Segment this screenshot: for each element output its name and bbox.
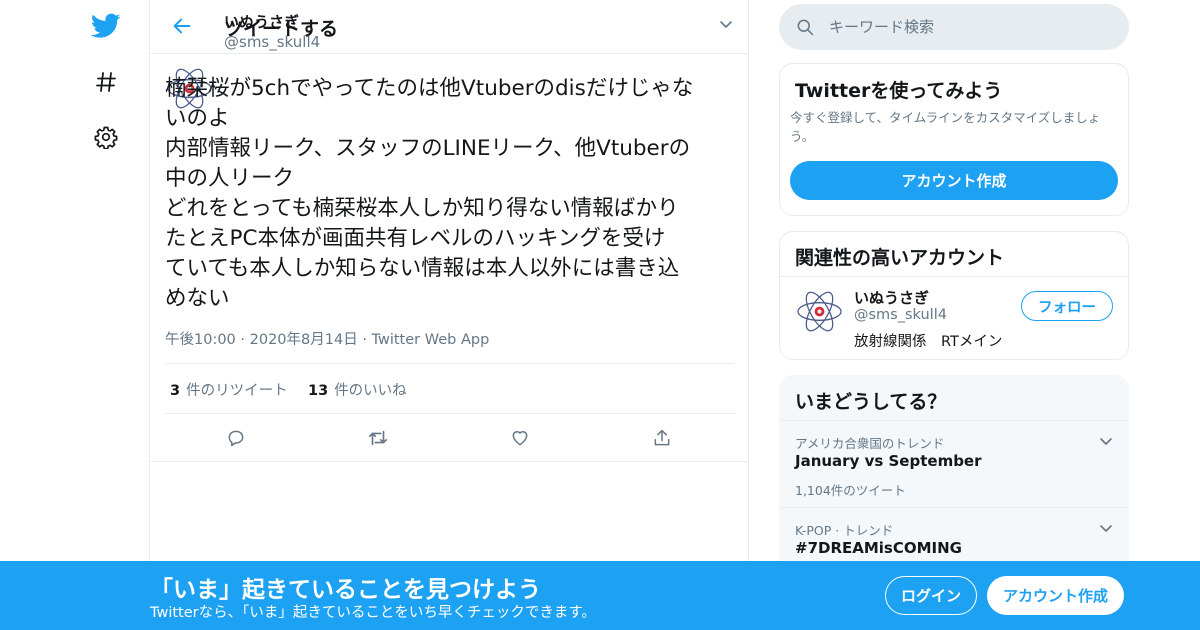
trend-name: #7DREAMisCOMING: [795, 539, 962, 557]
follow-button[interactable]: フォロー: [1021, 291, 1113, 321]
bottom-create-account-button[interactable]: アカウント作成: [987, 576, 1124, 615]
chevron-down-icon[interactable]: [718, 16, 734, 32]
tweet-actions: [150, 414, 749, 462]
heart-icon: [512, 431, 528, 446]
retweets-stat[interactable]: 3 件のリツイート: [170, 379, 288, 400]
related-card-title: 関連性の高いアカウント: [795, 247, 1005, 269]
related-account-handle[interactable]: @sms_skull4: [854, 307, 947, 323]
divider: [780, 276, 1128, 277]
bottom-bar-subtitle: Twitterなら、「いま」起きていることをいち早くチェックできます。: [150, 605, 596, 621]
retweet-icon: [368, 430, 388, 446]
create-account-button[interactable]: アカウント作成: [790, 161, 1118, 200]
tweet-meta: 午後10:00 · 2020年8月14日 · Twitter Web App: [165, 328, 489, 349]
author-name[interactable]: いぬうさぎ: [224, 11, 299, 32]
likes-stat[interactable]: 13 件のいいね: [308, 379, 407, 400]
chevron-down-icon[interactable]: [1098, 520, 1114, 536]
meta-separator: ·: [362, 332, 367, 348]
hashtag-icon[interactable]: [88, 64, 124, 100]
left-nav: [80, 0, 150, 630]
search-input[interactable]: [829, 4, 1119, 50]
reply-icon: [228, 430, 244, 447]
signup-description: 今すぐ登録して、タイムラインをカスタマイズしましょう。: [790, 110, 1101, 144]
tweet-text-line: どれをとっても楠栞桜本人しか知り得ない情報ばかり: [165, 196, 679, 221]
arrow-left-icon: [173, 18, 191, 34]
reply-button[interactable]: [224, 426, 248, 450]
related-account-name[interactable]: いぬうさぎ: [854, 287, 929, 308]
signup-card-title: Twitterを使ってみよう: [795, 80, 1003, 102]
tweet-text-line: 楠栞桜が5chでやってたのは他Vtuberのdisだけじゃな: [165, 76, 694, 101]
tweet-source[interactable]: Twitter Web App: [372, 332, 490, 348]
bottom-signup-bar: 「いま」起きていることを見つけよう Twitterなら、「いま」起きていることを…: [0, 561, 1200, 630]
bottom-bar-title: 「いま」起きていることを見つけよう: [150, 577, 541, 603]
back-button[interactable]: [168, 12, 196, 40]
meta-separator: ·: [240, 332, 246, 348]
tweet-text-line: いのよ: [165, 106, 230, 131]
trend-item[interactable]: アメリカ合衆国のトレンド January vs September 1,104件…: [780, 421, 1128, 508]
retweets-count: 3: [170, 383, 181, 399]
gear-icon[interactable]: [88, 119, 124, 155]
search-icon: [797, 19, 814, 36]
tweet-date[interactable]: 2020年8月14日: [250, 332, 358, 348]
author-handle[interactable]: @sms_skull4: [224, 33, 320, 51]
twitter-logo-icon[interactable]: [88, 8, 124, 44]
login-button[interactable]: ログイン: [885, 576, 977, 615]
like-button[interactable]: [508, 426, 532, 450]
retweet-button[interactable]: [366, 426, 390, 450]
avatar[interactable]: [795, 287, 844, 336]
tweet-text-line: めない: [165, 286, 230, 311]
share-icon: [654, 429, 670, 446]
tweet-text-line: ていても本人しか知らない情報は本人以外には書き込: [165, 256, 680, 281]
tweet-stats: 3 件のリツイート 13 件のいいね: [165, 363, 734, 414]
likes-count: 13: [308, 383, 329, 399]
tweet-text-line: 中の人リーク: [165, 166, 295, 191]
tweet-time[interactable]: 午後10:00: [165, 332, 236, 348]
signup-card: Twitterを使ってみよう 今すぐ登録して、タイムラインをカスタマイズしましょ…: [779, 63, 1129, 216]
related-accounts-card: 関連性の高いアカウント いぬうさぎ @sms_skull4 放射線関係 RTメイ…: [779, 231, 1129, 360]
related-account-bio: 放射線関係 RTメイン: [854, 334, 1003, 350]
retweets-label: 件のリツイート: [186, 383, 288, 399]
atom-avatar-icon: [795, 287, 844, 336]
trends-card-title: いまどうしてる？: [795, 391, 947, 413]
tweet-text-line: たとえPC本体が画面共有レベルのハッキングを受け: [165, 226, 666, 251]
trend-name: January vs September: [795, 452, 982, 470]
trend-context: K-POP · トレンド: [795, 523, 894, 538]
likes-label: 件のいいね: [334, 383, 407, 399]
trend-context: アメリカ合衆国のトレンド: [795, 436, 945, 451]
main-column: ツイートする いぬうさぎ @sms_skull4 楠栞桜が5chでやってたのは他…: [149, 0, 749, 630]
trend-count: 1,104件のツイート: [795, 483, 906, 498]
tweet-text: 楠栞桜が5chでやってたのは他Vtuberのdisだけじゃな いのよ 内部情報リ…: [165, 74, 740, 314]
search-bar: [779, 4, 1129, 50]
share-button[interactable]: [650, 426, 674, 450]
tweet-text-line: 内部情報リーク、スタッフのLINEリーク、他Vtuberの: [165, 136, 691, 161]
chevron-down-icon[interactable]: [1098, 433, 1114, 449]
